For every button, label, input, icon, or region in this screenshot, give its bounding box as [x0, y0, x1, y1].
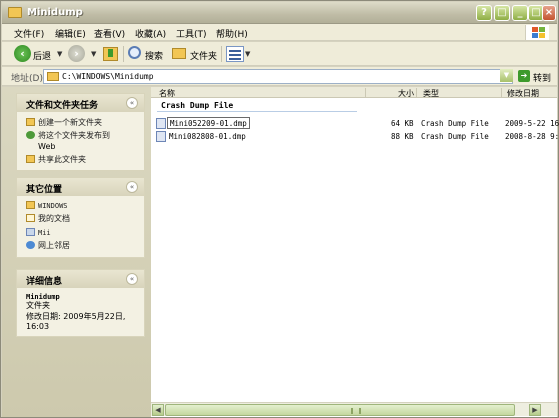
place-windows[interactable]: WINDOWS [26, 201, 68, 211]
collapse-icon[interactable]: « [126, 273, 138, 285]
column-size[interactable]: 大小 [398, 88, 414, 99]
panel-title: 文件和文件夹任务 [26, 101, 99, 111]
new-folder-link[interactable]: 创建一个新文件夹 [26, 118, 102, 128]
restore-small-icon[interactable]: □ [494, 5, 510, 21]
address-label: 地址(D) [11, 74, 43, 84]
publish-web-link[interactable]: 将这个文件夹发布到 [26, 131, 110, 141]
column-header: 名称 大小 类型 修改日期 [151, 87, 557, 98]
toolbar-separator [123, 46, 124, 62]
share-folder-link[interactable]: 共享此文件夹 [26, 155, 86, 165]
panel-header[interactable]: 详细信息 « [17, 270, 144, 288]
details-modified: 修改日期: 2009年5月22日, [26, 312, 126, 321]
menu-tools[interactable]: 工具(T) [176, 27, 207, 40]
file-modified: 2009-5-22 16 [505, 119, 559, 128]
dump-file-icon [156, 131, 166, 142]
windows-logo-icon [525, 25, 549, 40]
search-button[interactable]: 搜索 [145, 49, 163, 62]
panel-title: 其它位置 [26, 185, 63, 195]
other-places-panel: 其它位置 « WINDOWS 我的文档 Mii 网上邻居 [16, 177, 145, 258]
go-button[interactable]: 转到 [533, 71, 551, 84]
documents-icon [26, 214, 35, 222]
folder-icon [47, 72, 59, 81]
title-bar[interactable]: Minidump ? □ _ □ × [2, 2, 557, 24]
place-my-documents[interactable]: 我的文档 [26, 214, 70, 224]
back-dropdown-icon[interactable]: ▼ [57, 50, 62, 58]
panel-header[interactable]: 其它位置 « [17, 178, 144, 196]
folder-icon [8, 7, 22, 18]
dump-file-icon [156, 118, 166, 129]
file-size: 64 KB [391, 119, 414, 128]
explorer-window: Minidump ? □ _ □ × 文件(F) 编辑(E) 查看(V) 收藏(… [0, 0, 559, 418]
search-icon[interactable] [128, 46, 141, 59]
minimize-button[interactable]: _ [512, 5, 528, 21]
back-button[interactable]: 后退 [33, 49, 51, 62]
panel-title: 详细信息 [26, 277, 63, 287]
group-divider [157, 111, 357, 112]
file-modified: 2008-8-28 9: [505, 132, 559, 141]
views-dropdown-icon[interactable]: ▼ [245, 50, 250, 58]
file-tasks-panel: 文件和文件夹任务 « 创建一个新文件夹 将这个文件夹发布到 Web 共享此文件夹 [16, 93, 145, 171]
share-folder-icon [26, 155, 35, 163]
go-arrow-icon[interactable]: ➔ [518, 70, 530, 82]
menu-file[interactable]: 文件(F) [14, 27, 44, 40]
scroll-left-icon[interactable]: ◀ [152, 404, 164, 416]
collapse-icon[interactable]: « [126, 181, 138, 193]
collapse-icon[interactable]: « [126, 97, 138, 109]
forward-dropdown-icon[interactable]: ▼ [91, 50, 96, 58]
help-icon[interactable]: ? [476, 5, 492, 21]
window-title: Minidump [27, 7, 83, 18]
menu-favorites[interactable]: 收藏(A) [135, 27, 166, 40]
address-input[interactable]: C:\WINDOWS\Minidump [43, 69, 513, 84]
computer-icon [26, 228, 35, 236]
menu-view[interactable]: 查看(V) [94, 27, 125, 40]
column-modified[interactable]: 修改日期 [507, 88, 539, 99]
menu-help[interactable]: 帮助(H) [216, 27, 248, 40]
network-icon [26, 241, 35, 249]
toolbar: ‹ 后退 ▼ › ▼ 搜索 文件夹 ▼ [2, 42, 557, 66]
forward-arrow-icon[interactable]: › [68, 45, 85, 62]
file-type: Crash Dump File [421, 119, 489, 128]
table-row[interactable]: Mini082808-01.dmp 88 KB Crash Dump File … [155, 130, 559, 143]
file-type: Crash Dump File [421, 132, 489, 141]
address-dropdown-icon[interactable]: ▼ [500, 69, 513, 82]
task-pane: 文件和文件夹任务 « 创建一个新文件夹 将这个文件夹发布到 Web 共享此文件夹… [2, 87, 151, 417]
place-mii[interactable]: Mii [26, 228, 51, 238]
file-name[interactable]: Mini082808-01.dmp [169, 132, 246, 141]
globe-icon [26, 131, 35, 139]
close-button[interactable]: × [542, 5, 556, 21]
back-arrow-icon[interactable]: ‹ [14, 45, 31, 62]
details-modified-time: 16:03 [26, 322, 50, 331]
new-folder-icon [26, 118, 35, 126]
details-type: 文件夹 [26, 301, 50, 310]
column-name[interactable]: 名称 [159, 88, 175, 99]
menu-edit[interactable]: 编辑(E) [55, 27, 86, 40]
column-type[interactable]: 类型 [423, 88, 439, 99]
horizontal-scrollbar[interactable]: ◀ ▶ [151, 402, 557, 416]
file-list: 名称 大小 类型 修改日期 Crash Dump File Mini052209… [151, 87, 559, 417]
views-icon[interactable] [226, 46, 244, 62]
table-row[interactable]: Mini052209-01.dmp 64 KB Crash Dump File … [155, 117, 559, 130]
folder-icon [26, 201, 35, 209]
file-name[interactable]: Mini052209-01.dmp [167, 117, 250, 129]
details-panel: 详细信息 « Minidump 文件夹 修改日期: 2009年5月22日, 16… [16, 269, 145, 337]
publish-web-link-cont[interactable]: Web [38, 142, 55, 152]
menu-bar: 文件(F) 编辑(E) 查看(V) 收藏(A) 工具(T) 帮助(H) [2, 24, 557, 41]
file-size: 88 KB [391, 132, 414, 141]
scroll-right-icon[interactable]: ▶ [529, 404, 541, 416]
address-value[interactable]: C:\WINDOWS\Minidump [62, 72, 154, 81]
panel-header[interactable]: 文件和文件夹任务 « [17, 94, 144, 112]
folders-button[interactable]: 文件夹 [190, 49, 217, 62]
folders-icon[interactable] [172, 48, 186, 59]
scroll-thumb[interactable] [165, 404, 515, 416]
up-folder-icon[interactable] [103, 47, 118, 61]
group-header: Crash Dump File [161, 101, 234, 110]
address-bar: 地址(D) C:\WINDOWS\Minidump ▼ ➔ 转到 [2, 67, 557, 86]
place-network[interactable]: 网上邻居 [26, 241, 70, 251]
toolbar-separator [221, 46, 222, 62]
